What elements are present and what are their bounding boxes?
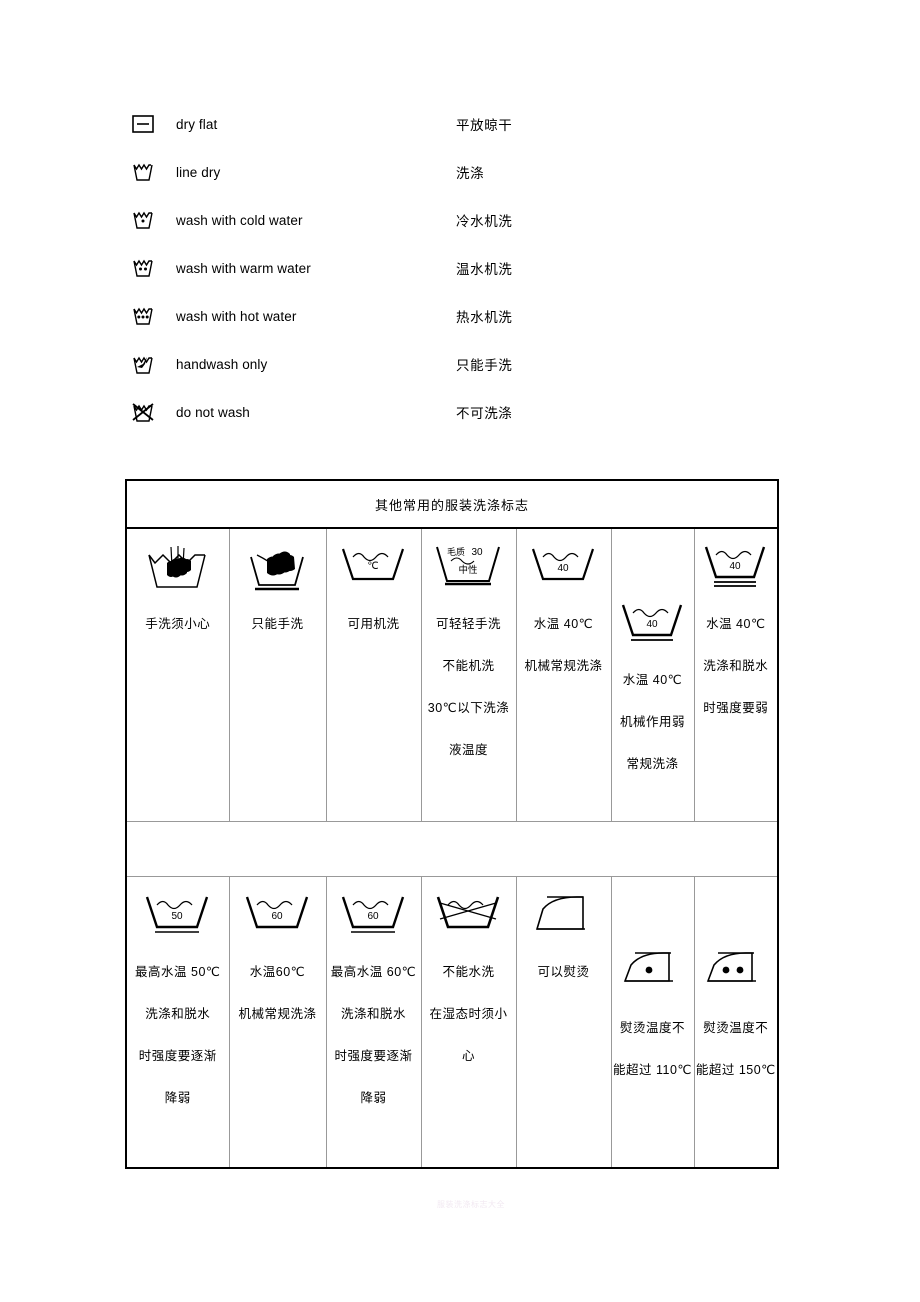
- table-cell: 手洗须小心: [125, 527, 230, 822]
- table-row: 手洗须小心 只能手洗 ℃ 可用机洗 毛质 30 中性 可轻轻手洗 不能机洗 30…: [125, 527, 780, 822]
- symbol-zh-label: 平放晾干: [456, 118, 513, 133]
- symbol-en-label: wash with cold water: [176, 212, 303, 228]
- iron-one-dot-icon: [617, 889, 689, 1007]
- cell-text: 只能手洗: [251, 617, 304, 631]
- page-watermark: 服装洗涤标志大全: [437, 1200, 505, 1209]
- symbol-zh-label: 不可洗涤: [456, 406, 513, 421]
- symbol-en-label: do not wash: [176, 404, 250, 420]
- cell-text: 可轻轻手洗 不能机洗 30℃以下洗涤 液温度: [427, 617, 510, 757]
- do-not-wash-basin-icon: [430, 889, 508, 951]
- handwash-only-icon: [130, 349, 170, 379]
- symbol-en-label: wash with warm water: [176, 260, 311, 276]
- table-cell: ℃ 可用机洗: [325, 527, 422, 822]
- symbol-en-label: wash with hot water: [176, 308, 297, 324]
- table-cell: 40 水温 40℃ 机械常规洗涤: [515, 527, 612, 822]
- basin-40-two-bar-icon: 40: [698, 541, 774, 603]
- list-item: dry flat 平放晾干: [130, 100, 660, 148]
- svg-text:40: 40: [646, 619, 658, 630]
- do-not-wash-icon: [130, 397, 170, 427]
- line-dry-icon: [130, 157, 170, 187]
- wash-cold-water-icon: [130, 205, 170, 235]
- cell-text: 熨烫温度不 能超过 110℃: [613, 1021, 692, 1077]
- table-spacer-row: [124, 821, 780, 877]
- list-item: line dry 洗涤: [130, 148, 660, 196]
- dry-flat-icon: [130, 109, 170, 139]
- wash-symbols-table: 其他常用的服装洗涤标志 手洗须小心 只能手洗 ℃ 可用机洗 毛质 30 中性 可…: [124, 479, 780, 1169]
- list-item: wash with warm water 温水机洗: [130, 244, 660, 292]
- cell-text: 水温 40℃ 洗涤和脱水 时强度要弱: [703, 617, 769, 715]
- svg-text:毛质: 毛质: [446, 546, 464, 557]
- list-item: wash with hot water 热水机洗: [130, 292, 660, 340]
- svg-text:中性: 中性: [458, 564, 478, 576]
- cell-text: 水温 40℃ 机械常规洗涤: [524, 617, 603, 673]
- table-title-row: 其他常用的服装洗涤标志: [124, 479, 780, 529]
- table-cell: 不能水洗 在湿态时须小 心: [420, 876, 517, 1169]
- symbol-en-label: handwash only: [176, 356, 268, 372]
- table-cell: 熨烫温度不 能超过 110℃: [610, 876, 695, 1169]
- svg-text:40: 40: [557, 563, 569, 574]
- cell-text: 可用机洗: [347, 617, 400, 631]
- basin-50-one-bar-icon: 50: [139, 889, 217, 951]
- symbol-legend-list: dry flat 平放晾干 line dry 洗涤 wash with cold…: [130, 100, 660, 436]
- basin-40-icon: 40: [525, 541, 603, 603]
- table-cell: 40 水温 40℃ 洗涤和脱水 时强度要弱: [693, 527, 780, 822]
- table-cell: 60 最高水温 60℃ 洗涤和脱水 时强度要逐渐 降弱: [325, 876, 422, 1169]
- symbol-zh-label: 温水机洗: [456, 262, 513, 277]
- svg-text:40: 40: [729, 561, 741, 572]
- table-cell: 只能手洗: [228, 527, 327, 822]
- cell-text: 不能水洗 在湿态时须小 心: [429, 965, 508, 1063]
- svg-text:30: 30: [471, 547, 483, 558]
- svg-text:50: 50: [171, 911, 183, 922]
- iron-two-dot-icon: [700, 889, 772, 1007]
- cell-text: 水温60℃ 机械常规洗涤: [238, 965, 317, 1021]
- table-title: 其他常用的服装洗涤标志: [124, 479, 780, 529]
- list-item: do not wash 不可洗涤: [130, 388, 660, 436]
- basin-40-one-bar-icon: 40: [615, 541, 691, 659]
- symbol-en-label: line dry: [176, 164, 221, 180]
- cell-text: 熨烫温度不 能超过 150℃: [695, 1021, 776, 1077]
- symbol-en-label: dry flat: [176, 116, 218, 132]
- list-item: handwash only 只能手洗: [130, 340, 660, 388]
- iron-icon: [525, 889, 603, 951]
- cell-text: 手洗须小心: [145, 617, 211, 631]
- table-cell: 40 水温 40℃ 机械作用弱 常规洗涤: [610, 527, 695, 822]
- machine-wash-icon: ℃: [335, 541, 413, 603]
- table-cell: 可以熨烫: [515, 876, 612, 1169]
- cell-text: 最高水温 50℃ 洗涤和脱水 时强度要逐渐 降弱: [135, 965, 221, 1105]
- cell-text: 可以熨烫: [537, 965, 590, 979]
- symbol-zh-label: 热水机洗: [456, 310, 513, 325]
- hand-in-basin-icon: [141, 541, 215, 603]
- basin-60-icon: 60: [239, 889, 317, 951]
- cell-text: 最高水温 60℃ 洗涤和脱水 时强度要逐渐 降弱: [330, 965, 417, 1105]
- wool-30-neutral-icon: 毛质 30 中性: [429, 541, 509, 603]
- table-cell: 熨烫温度不 能超过 150℃: [693, 876, 780, 1169]
- table-row: 50 最高水温 50℃ 洗涤和脱水 时强度要逐渐 降弱 60 水温60℃ 机械常…: [125, 876, 780, 1169]
- symbol-zh-label: 冷水机洗: [456, 214, 513, 229]
- table-cell: 毛质 30 中性 可轻轻手洗 不能机洗 30℃以下洗涤 液温度: [420, 527, 517, 822]
- svg-text:60: 60: [271, 911, 283, 922]
- table-cell: 60 水温60℃ 机械常规洗涤: [228, 876, 327, 1169]
- basin-60-one-bar-icon: 60: [335, 889, 413, 951]
- hand-over-basin-icon: [241, 541, 315, 603]
- cell-text: 水温 40℃ 机械作用弱 常规洗涤: [619, 673, 685, 771]
- table-cell-empty: [124, 821, 780, 877]
- svg-text:℃: ℃: [367, 561, 378, 572]
- wash-hot-water-icon: [130, 301, 170, 331]
- symbol-zh-label: 只能手洗: [456, 358, 513, 373]
- svg-text:60: 60: [367, 911, 379, 922]
- list-item: wash with cold water 冷水机洗: [130, 196, 660, 244]
- symbol-zh-label: 洗涤: [456, 166, 485, 181]
- table-cell: 50 最高水温 50℃ 洗涤和脱水 时强度要逐渐 降弱: [125, 876, 230, 1169]
- wash-warm-water-icon: [130, 253, 170, 283]
